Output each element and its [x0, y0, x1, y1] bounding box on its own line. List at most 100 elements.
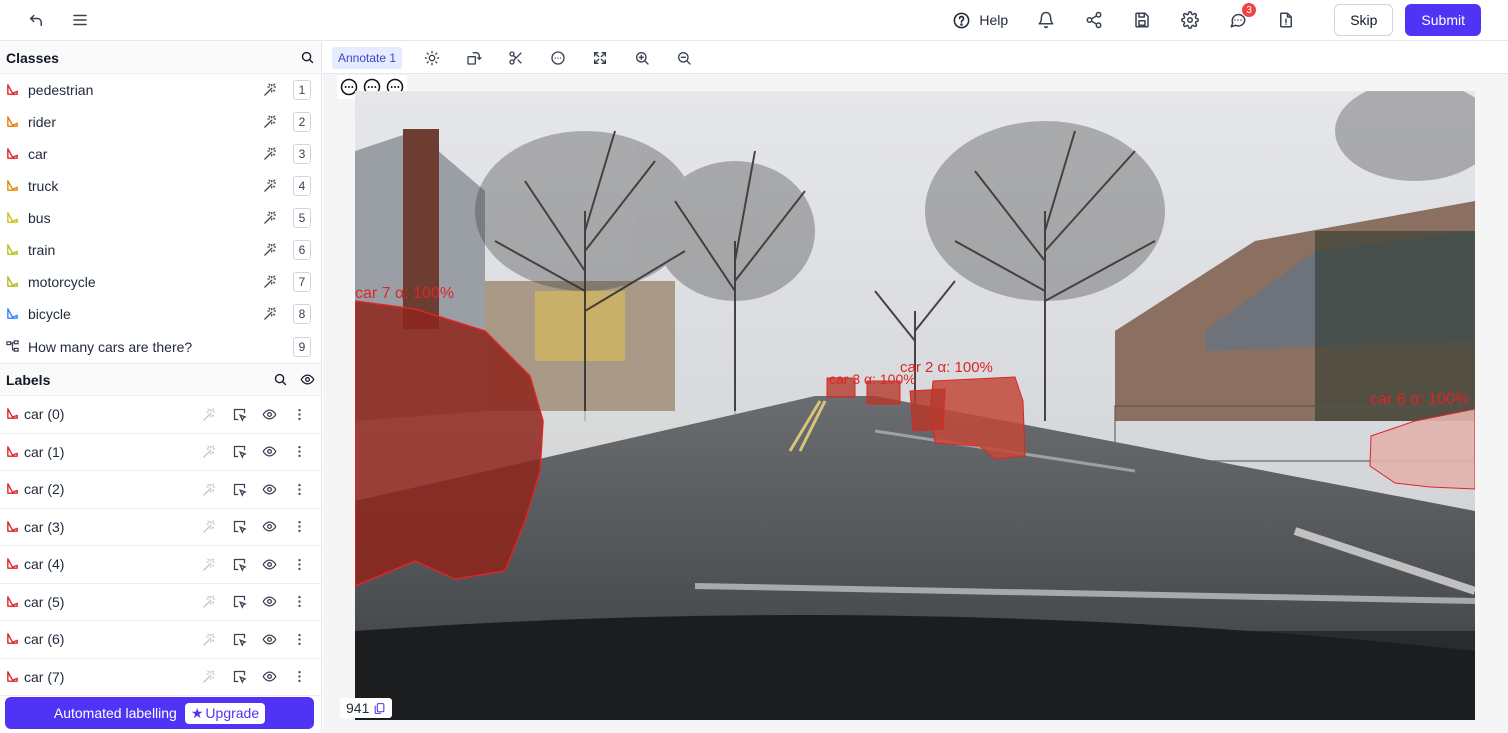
brightness-icon[interactable]: [420, 46, 444, 70]
more-vertical-icon[interactable]: [291, 406, 307, 422]
label-item[interactable]: car (1): [0, 434, 321, 471]
street-scene-image: [355, 91, 1475, 720]
search-icon[interactable]: [300, 50, 315, 65]
polygon-icon: [6, 632, 20, 646]
question-item[interactable]: How many cars are there? 9: [0, 330, 321, 364]
magic-wand-icon[interactable]: [201, 481, 217, 497]
class-item-rider[interactable]: rider 2: [0, 106, 321, 138]
shortcut-key: 1: [293, 80, 311, 100]
magic-wand-icon[interactable]: [201, 519, 217, 535]
automated-labelling-button[interactable]: Automated labelling ★ Upgrade: [5, 697, 314, 729]
magic-wand-icon[interactable]: [201, 594, 217, 610]
magic-wand-icon[interactable]: [201, 444, 217, 460]
class-item-bicycle[interactable]: bicycle 8: [0, 298, 321, 330]
class-item-truck[interactable]: truck 4: [0, 170, 321, 202]
search-icon[interactable]: [273, 372, 288, 387]
magic-wand-icon[interactable]: [263, 274, 279, 290]
magic-wand-icon[interactable]: [263, 146, 279, 162]
edit-shape-icon[interactable]: [231, 406, 247, 422]
eye-icon[interactable]: [261, 481, 277, 497]
image-canvas[interactable]: car 7 α: 100% car 6 α: 100% car 3 α: 100…: [355, 91, 1475, 720]
class-name: car: [28, 146, 48, 162]
magic-wand-icon[interactable]: [263, 114, 279, 130]
zoom-in-icon[interactable]: [630, 46, 654, 70]
label-name: car (6): [24, 631, 65, 648]
eye-icon[interactable]: [261, 669, 277, 685]
notification-badge: 3: [1242, 3, 1257, 17]
class-item-motorcycle[interactable]: motorcycle 7: [0, 266, 321, 298]
more-vertical-icon[interactable]: [291, 444, 307, 460]
more-vertical-icon[interactable]: [291, 631, 307, 647]
document-icon[interactable]: [1274, 8, 1298, 32]
more-vertical-icon[interactable]: [291, 519, 307, 535]
edit-shape-icon[interactable]: [231, 594, 247, 610]
more-vertical-icon[interactable]: [291, 669, 307, 685]
label-item[interactable]: car (6): [0, 621, 321, 659]
class-item-bus[interactable]: bus 5: [0, 202, 321, 234]
eye-icon[interactable]: [261, 594, 277, 610]
edit-shape-icon[interactable]: [231, 669, 247, 685]
more-vertical-icon[interactable]: [291, 594, 307, 610]
label-item[interactable]: car (4): [0, 546, 321, 584]
comment-icon[interactable]: [546, 46, 570, 70]
copy-icon[interactable]: [373, 702, 386, 715]
frame-number-badge[interactable]: 941: [340, 698, 393, 718]
polygon-icon: [6, 482, 20, 496]
class-item-car[interactable]: car 3: [0, 138, 321, 170]
magic-wand-icon[interactable]: [263, 306, 279, 322]
rotate-icon[interactable]: [462, 46, 486, 70]
scissors-icon[interactable]: [504, 46, 528, 70]
more-vertical-icon[interactable]: [291, 481, 307, 497]
edit-shape-icon[interactable]: [231, 556, 247, 572]
magic-wand-icon[interactable]: [201, 556, 217, 572]
class-name: rider: [28, 114, 57, 130]
tab-annotate[interactable]: Annotate 1: [332, 46, 403, 69]
back-icon[interactable]: [24, 8, 48, 32]
label-item[interactable]: car (3): [0, 509, 321, 546]
upgrade-button[interactable]: ★ Upgrade: [184, 702, 266, 724]
label-item[interactable]: car (2): [0, 471, 321, 509]
skip-button[interactable]: Skip: [1334, 4, 1394, 36]
bell-icon[interactable]: [1034, 8, 1058, 32]
gear-icon[interactable]: [1178, 8, 1202, 32]
class-item-pedestrian[interactable]: pedestrian 1: [0, 74, 321, 106]
save-icon[interactable]: [1130, 8, 1154, 32]
label-item[interactable]: car (0): [0, 396, 321, 434]
label-name: car (1): [24, 443, 65, 460]
fit-screen-icon[interactable]: [588, 46, 612, 70]
annotation-label-car-6: car 6 α: 100%: [1370, 391, 1470, 408]
eye-icon[interactable]: [261, 519, 277, 535]
more-vertical-icon[interactable]: [291, 556, 307, 572]
label-item[interactable]: car (7): [0, 659, 321, 696]
edit-shape-icon[interactable]: [231, 444, 247, 460]
eye-icon[interactable]: [300, 372, 315, 387]
edit-shape-icon[interactable]: [231, 481, 247, 497]
labels-title: Labels: [6, 371, 51, 388]
magic-wand-icon[interactable]: [263, 82, 279, 98]
magic-wand-icon[interactable]: [201, 631, 217, 647]
label-item[interactable]: car (5): [0, 584, 321, 621]
zoom-out-icon[interactable]: [672, 46, 696, 70]
magic-wand-icon[interactable]: [263, 242, 279, 258]
menu-icon[interactable]: [68, 8, 92, 32]
polygon-icon: [6, 557, 20, 571]
magic-wand-icon[interactable]: [201, 406, 217, 422]
share-icon[interactable]: [1082, 8, 1106, 32]
help-button[interactable]: Help: [952, 11, 1008, 30]
eye-icon[interactable]: [261, 556, 277, 572]
hierarchy-icon: [6, 339, 20, 354]
magic-wand-icon[interactable]: [263, 178, 279, 194]
eye-icon[interactable]: [261, 444, 277, 460]
submit-button[interactable]: Submit: [1405, 4, 1481, 36]
polygon-icon: [6, 407, 20, 421]
eye-icon[interactable]: [261, 631, 277, 647]
edit-shape-icon[interactable]: [231, 519, 247, 535]
class-item-train[interactable]: train 6: [0, 234, 321, 266]
eye-icon[interactable]: [261, 406, 277, 422]
magic-wand-icon[interactable]: [263, 210, 279, 226]
shortcut-key: 3: [293, 144, 311, 164]
class-name: bicycle: [28, 306, 71, 322]
magic-wand-icon[interactable]: [201, 669, 217, 685]
edit-shape-icon[interactable]: [231, 631, 247, 647]
chat-notifications-icon[interactable]: 3: [1226, 3, 1257, 32]
